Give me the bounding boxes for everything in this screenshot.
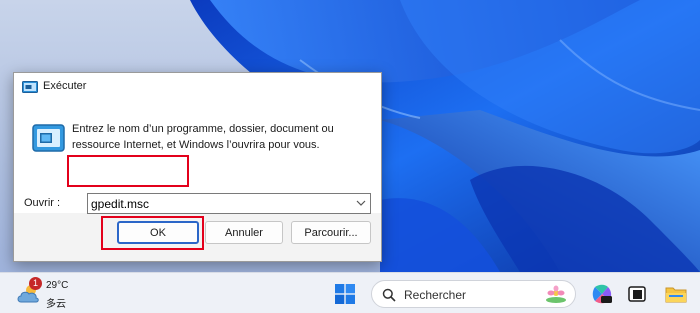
- dialog-titlebar[interactable]: Exécuter: [14, 73, 381, 101]
- file-explorer-icon[interactable]: [665, 284, 687, 304]
- command-combobox[interactable]: [87, 193, 371, 214]
- search-highlight-flower-icon: [546, 285, 566, 303]
- taskbar-search-box[interactable]: Rechercher: [371, 280, 576, 308]
- windows-start-icon[interactable]: [335, 284, 355, 304]
- cancel-button[interactable]: Annuler: [205, 221, 283, 244]
- run-program-icon: [32, 124, 65, 152]
- dialog-description: Entrez le nom d’un programme, dossier, d…: [72, 123, 334, 151]
- weather-condition[interactable]: 多云: [46, 295, 66, 310]
- chevron-down-icon[interactable]: [356, 198, 366, 208]
- browse-button[interactable]: Parcourir...: [291, 221, 371, 244]
- run-app-icon: [22, 81, 38, 93]
- open-label: Ouvrir :: [24, 197, 61, 209]
- task-view-icon[interactable]: [627, 284, 647, 304]
- highlight-command-input: [67, 155, 189, 187]
- command-input[interactable]: [91, 194, 341, 213]
- highlight-ok-button: [101, 216, 204, 250]
- weather-temperature[interactable]: 29°C: [46, 280, 68, 291]
- dialog-title: Exécuter: [43, 80, 87, 92]
- search-placeholder: Rechercher: [404, 288, 467, 302]
- weather-notification-badge: 1: [29, 277, 42, 290]
- taskbar: 1 29°C 多云 Rechercher: [0, 272, 700, 313]
- copilot-icon[interactable]: [591, 283, 613, 305]
- search-icon: [382, 288, 396, 302]
